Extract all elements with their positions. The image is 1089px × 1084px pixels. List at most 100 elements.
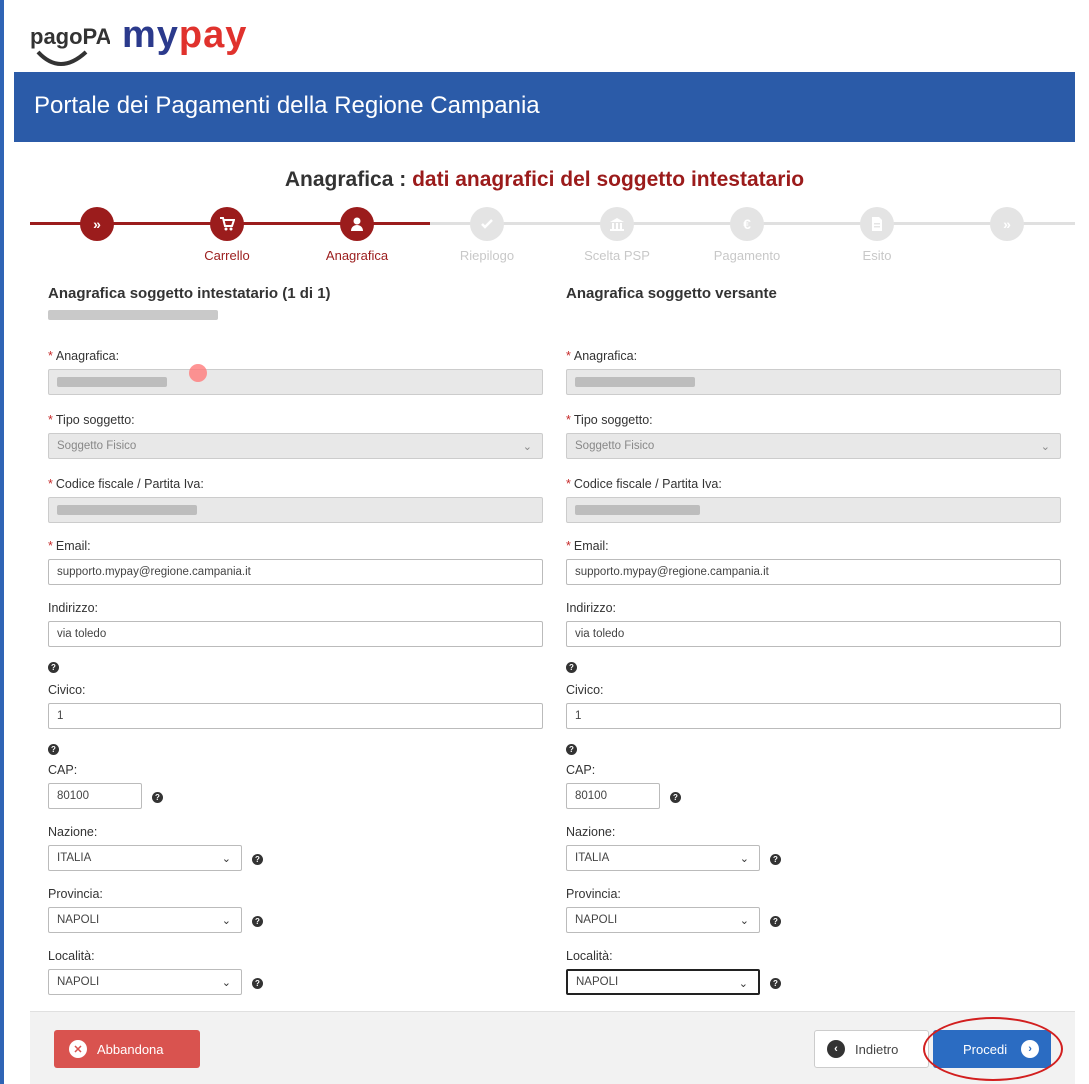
info-icon[interactable]: ?: [566, 662, 577, 673]
cap-input[interactable]: 80100: [566, 783, 660, 809]
localita-label: Località:: [48, 949, 95, 963]
page-heading: Anagrafica : dati anagrafici del soggett…: [0, 168, 1089, 192]
indirizzo-input[interactable]: via toledo: [566, 621, 1061, 647]
svg-text:pagoPA: pagoPA: [30, 24, 110, 49]
info-icon[interactable]: ?: [770, 853, 781, 865]
cart-icon: [210, 207, 244, 241]
info-icon[interactable]: ?: [252, 915, 263, 927]
indirizzo-input[interactable]: via toledo: [48, 621, 543, 647]
chevron-down-icon: ⌄: [221, 977, 231, 989]
nazione-value: ITALIA: [57, 852, 92, 864]
highlight-annotation: [923, 1017, 1063, 1081]
tipo-soggetto-select[interactable]: Soggetto Fisico ⌄: [566, 433, 1061, 459]
anagrafica-label: Anagrafica:: [573, 349, 638, 363]
tipo-soggetto-field: * Tipo soggetto: Soggetto Fisico ⌄: [48, 413, 543, 459]
abbandona-button[interactable]: ✕ Abbandona: [54, 1030, 200, 1068]
info-icon[interactable]: ?: [770, 915, 781, 927]
logo-bar: pagoPA mypay: [30, 12, 1075, 72]
email-input[interactable]: supporto.mypay@regione.campania.it: [48, 559, 543, 585]
codice-fiscale-input[interactable]: [566, 497, 1061, 523]
email-input[interactable]: supporto.mypay@regione.campania.it: [566, 559, 1061, 585]
info-icon[interactable]: ?: [48, 744, 59, 755]
euro-icon: €: [730, 207, 764, 241]
action-footer: ✕ Abbandona ‹ Indietro Procedi ›: [30, 1011, 1075, 1084]
chevron-down-icon: ⌄: [1040, 441, 1050, 453]
nazione-select[interactable]: ITALIA ⌄: [566, 845, 760, 871]
anagrafica-field: * Anagrafica:: [48, 349, 543, 395]
info-icon[interactable]: ?: [252, 853, 263, 865]
chevron-down-icon: ⌄: [739, 915, 749, 927]
redacted-value: [57, 377, 167, 387]
indirizzo-value: via toledo: [575, 628, 625, 640]
nazione-field: Nazione: ITALIA ⌄ ?: [48, 825, 543, 871]
tipo-soggetto-field: * Tipo soggetto: Soggetto Fisico ⌄: [566, 413, 1061, 459]
tipo-soggetto-value: Soggetto Fisico: [575, 440, 655, 452]
step-start-icon: »: [80, 207, 114, 241]
civico-value: 1: [57, 710, 64, 722]
step-label-pagamento: Pagamento: [713, 248, 781, 263]
anagrafica-input[interactable]: [566, 369, 1061, 395]
nazione-select[interactable]: ITALIA ⌄: [48, 845, 242, 871]
provincia-select[interactable]: NAPOLI ⌄: [48, 907, 242, 933]
info-icon[interactable]: ?: [670, 791, 681, 803]
provincia-label: Provincia:: [48, 887, 103, 901]
tipo-soggetto-select[interactable]: Soggetto Fisico ⌄: [48, 433, 543, 459]
provincia-value: NAPOLI: [57, 914, 100, 926]
user-icon: [340, 207, 374, 241]
mypay-logo: mypay: [122, 14, 248, 56]
indietro-button[interactable]: ‹ Indietro: [814, 1030, 929, 1068]
redacted-value: [57, 505, 197, 515]
civico-input[interactable]: 1: [48, 703, 543, 729]
info-icon[interactable]: ?: [252, 977, 263, 989]
tipo-soggetto-label: Tipo soggetto:: [55, 413, 135, 427]
versante-title: Anagrafica soggetto versante: [566, 285, 777, 302]
provincia-field: Provincia: NAPOLI ⌄ ?: [48, 887, 543, 933]
heading-lead: Anagrafica :: [284, 168, 413, 191]
localita-select[interactable]: NAPOLI ⌄: [48, 969, 242, 995]
step-label-esito: Esito: [862, 248, 892, 263]
codice-fiscale-input[interactable]: [48, 497, 543, 523]
left-accent-rule: [0, 0, 4, 1084]
email-label: Email:: [55, 539, 91, 553]
redacted-subtitle: [48, 310, 218, 320]
cap-label: CAP:: [566, 763, 596, 777]
anagrafica-input[interactable]: [48, 364, 543, 395]
intestatario-title: Anagrafica soggetto intestatario (1 di 1…: [48, 285, 331, 302]
intestatario-section: Anagrafica soggetto intestatario (1 di 1…: [48, 285, 543, 995]
indirizzo-label: Indirizzo:: [48, 601, 99, 615]
info-icon[interactable]: ?: [48, 662, 59, 673]
codice-fiscale-field: * Codice fiscale / Partita Iva:: [566, 477, 1061, 523]
abbandona-label: Abbandona: [97, 1041, 164, 1057]
chevron-down-icon: ⌄: [738, 978, 748, 990]
info-icon[interactable]: ?: [566, 744, 577, 755]
cap-value: 80100: [575, 790, 607, 802]
chevron-down-icon: ⌄: [739, 853, 749, 865]
info-icon[interactable]: ?: [152, 791, 163, 803]
cap-value: 80100: [57, 790, 89, 802]
indirizzo-field: Indirizzo: via toledo ?: [566, 601, 1061, 673]
codice-fiscale-label: Codice fiscale / Partita Iva:: [573, 477, 722, 491]
chevron-down-icon: ⌄: [522, 441, 532, 453]
civico-field: Civico: 1 ?: [48, 683, 543, 755]
cap-field: CAP: 80100 ?: [566, 763, 1061, 809]
cap-input[interactable]: 80100: [48, 783, 142, 809]
close-icon: ✕: [69, 1040, 87, 1058]
localita-select[interactable]: NAPOLI ⌄: [566, 969, 760, 995]
redacted-value: [575, 505, 700, 515]
email-field: * Email: supporto.mypay@regione.campania.…: [48, 539, 543, 585]
info-icon[interactable]: ?: [770, 977, 781, 989]
provincia-select[interactable]: NAPOLI ⌄: [566, 907, 760, 933]
email-field: * Email: supporto.mypay@regione.campania.…: [566, 539, 1061, 585]
anagrafica-field: * Anagrafica:: [566, 349, 1061, 395]
tipo-soggetto-value: Soggetto Fisico: [57, 440, 137, 452]
localita-field: Località: NAPOLI ⌄ ?: [48, 949, 543, 995]
chevron-left-icon: ‹: [827, 1040, 845, 1058]
bank-icon: [600, 207, 634, 241]
nazione-value: ITALIA: [575, 852, 610, 864]
nazione-field: Nazione: ITALIA ⌄ ?: [566, 825, 1061, 871]
cap-field: CAP: 80100 ?: [48, 763, 543, 809]
localita-value: NAPOLI: [57, 976, 100, 988]
tipo-soggetto-label: Tipo soggetto:: [573, 413, 653, 427]
civico-input[interactable]: 1: [566, 703, 1061, 729]
civico-value: 1: [575, 710, 582, 722]
